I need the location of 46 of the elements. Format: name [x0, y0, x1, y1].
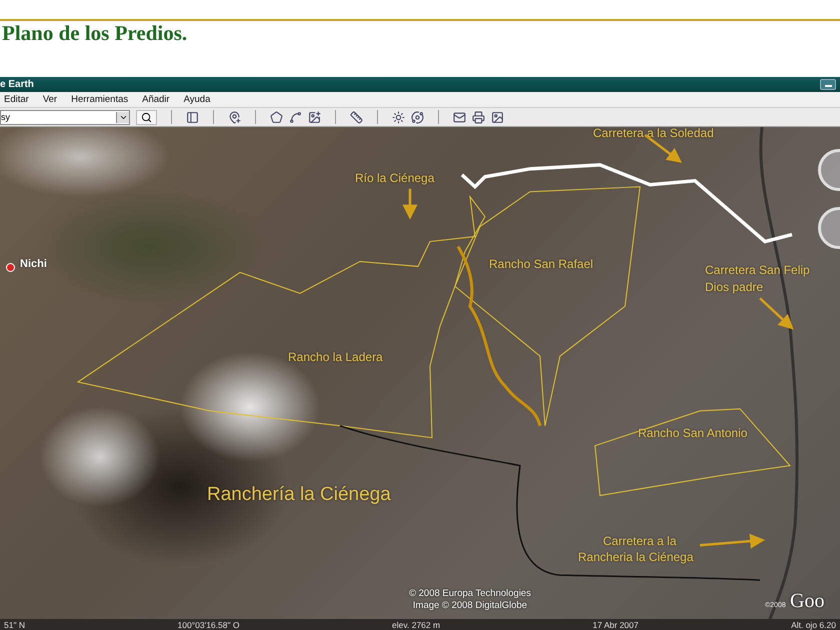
- path-icon[interactable]: [289, 110, 302, 124]
- menu-item[interactable]: Ver: [42, 94, 58, 105]
- dropdown-button[interactable]: [116, 112, 129, 122]
- status-text: Alt. ojo 6.20: [791, 620, 836, 630]
- map-label: Rancho la Ladera: [288, 351, 383, 363]
- printer-icon[interactable]: [472, 110, 485, 124]
- map-label: Carretera a la Soledad: [593, 127, 714, 139]
- menu-item[interactable]: Añadir: [142, 94, 170, 105]
- map-label: Rancho San Antonio: [638, 427, 748, 439]
- add-placemark-icon[interactable]: [228, 110, 241, 124]
- map-label: Ranchería la Ciénega: [207, 485, 391, 504]
- map-label: Río la Ciénega: [355, 172, 434, 184]
- search-field[interactable]: sy: [0, 110, 130, 124]
- map-label: Rancho San Rafael: [489, 258, 594, 270]
- planet-icon[interactable]: [411, 110, 424, 124]
- arrow-icon: [700, 534, 765, 549]
- image-overlay-icon[interactable]: [308, 110, 321, 124]
- map-label: Carretera a la: [603, 535, 676, 547]
- menu-item[interactable]: Ayuda: [184, 94, 210, 105]
- slide-title: Plano de los Predios.: [1, 21, 188, 46]
- attribution-text: © 2008 Europa Technologies: [408, 588, 532, 599]
- ruler-icon[interactable]: [350, 110, 363, 124]
- place-label: Nichi: [20, 259, 47, 270]
- minimize-button[interactable]: [820, 79, 836, 90]
- image-icon[interactable]: [491, 110, 504, 124]
- polygon-icon[interactable]: [270, 110, 283, 124]
- menu-item[interactable]: Editar: [4, 94, 29, 105]
- map-label: Carretera San Felip: [705, 264, 810, 276]
- search-icon: [141, 112, 152, 122]
- arrow-icon: [759, 297, 794, 330]
- search-button[interactable]: [136, 110, 157, 124]
- status-text: elev. 2762 m: [392, 620, 440, 630]
- status-text: 17 Abr 2007: [592, 620, 638, 630]
- status-text: 100°03'16.58" O: [178, 620, 240, 630]
- sidebar-icon[interactable]: [186, 110, 199, 124]
- arrow-icon: [402, 188, 418, 220]
- map-label: Dios padre: [705, 281, 764, 293]
- map-label: Rancheria la Ciénega: [578, 551, 694, 563]
- mail-icon[interactable]: [453, 110, 466, 124]
- place-marker-icon: [6, 263, 15, 272]
- menu-item[interactable]: Herramientas: [71, 94, 128, 105]
- attribution-text: Image © 2008 DigitalGlobe: [412, 600, 528, 611]
- status-text: 51" N: [4, 620, 25, 630]
- sun-icon[interactable]: [392, 110, 405, 124]
- window-title: e Earth: [0, 79, 34, 90]
- map-logo: Goo: [790, 590, 824, 613]
